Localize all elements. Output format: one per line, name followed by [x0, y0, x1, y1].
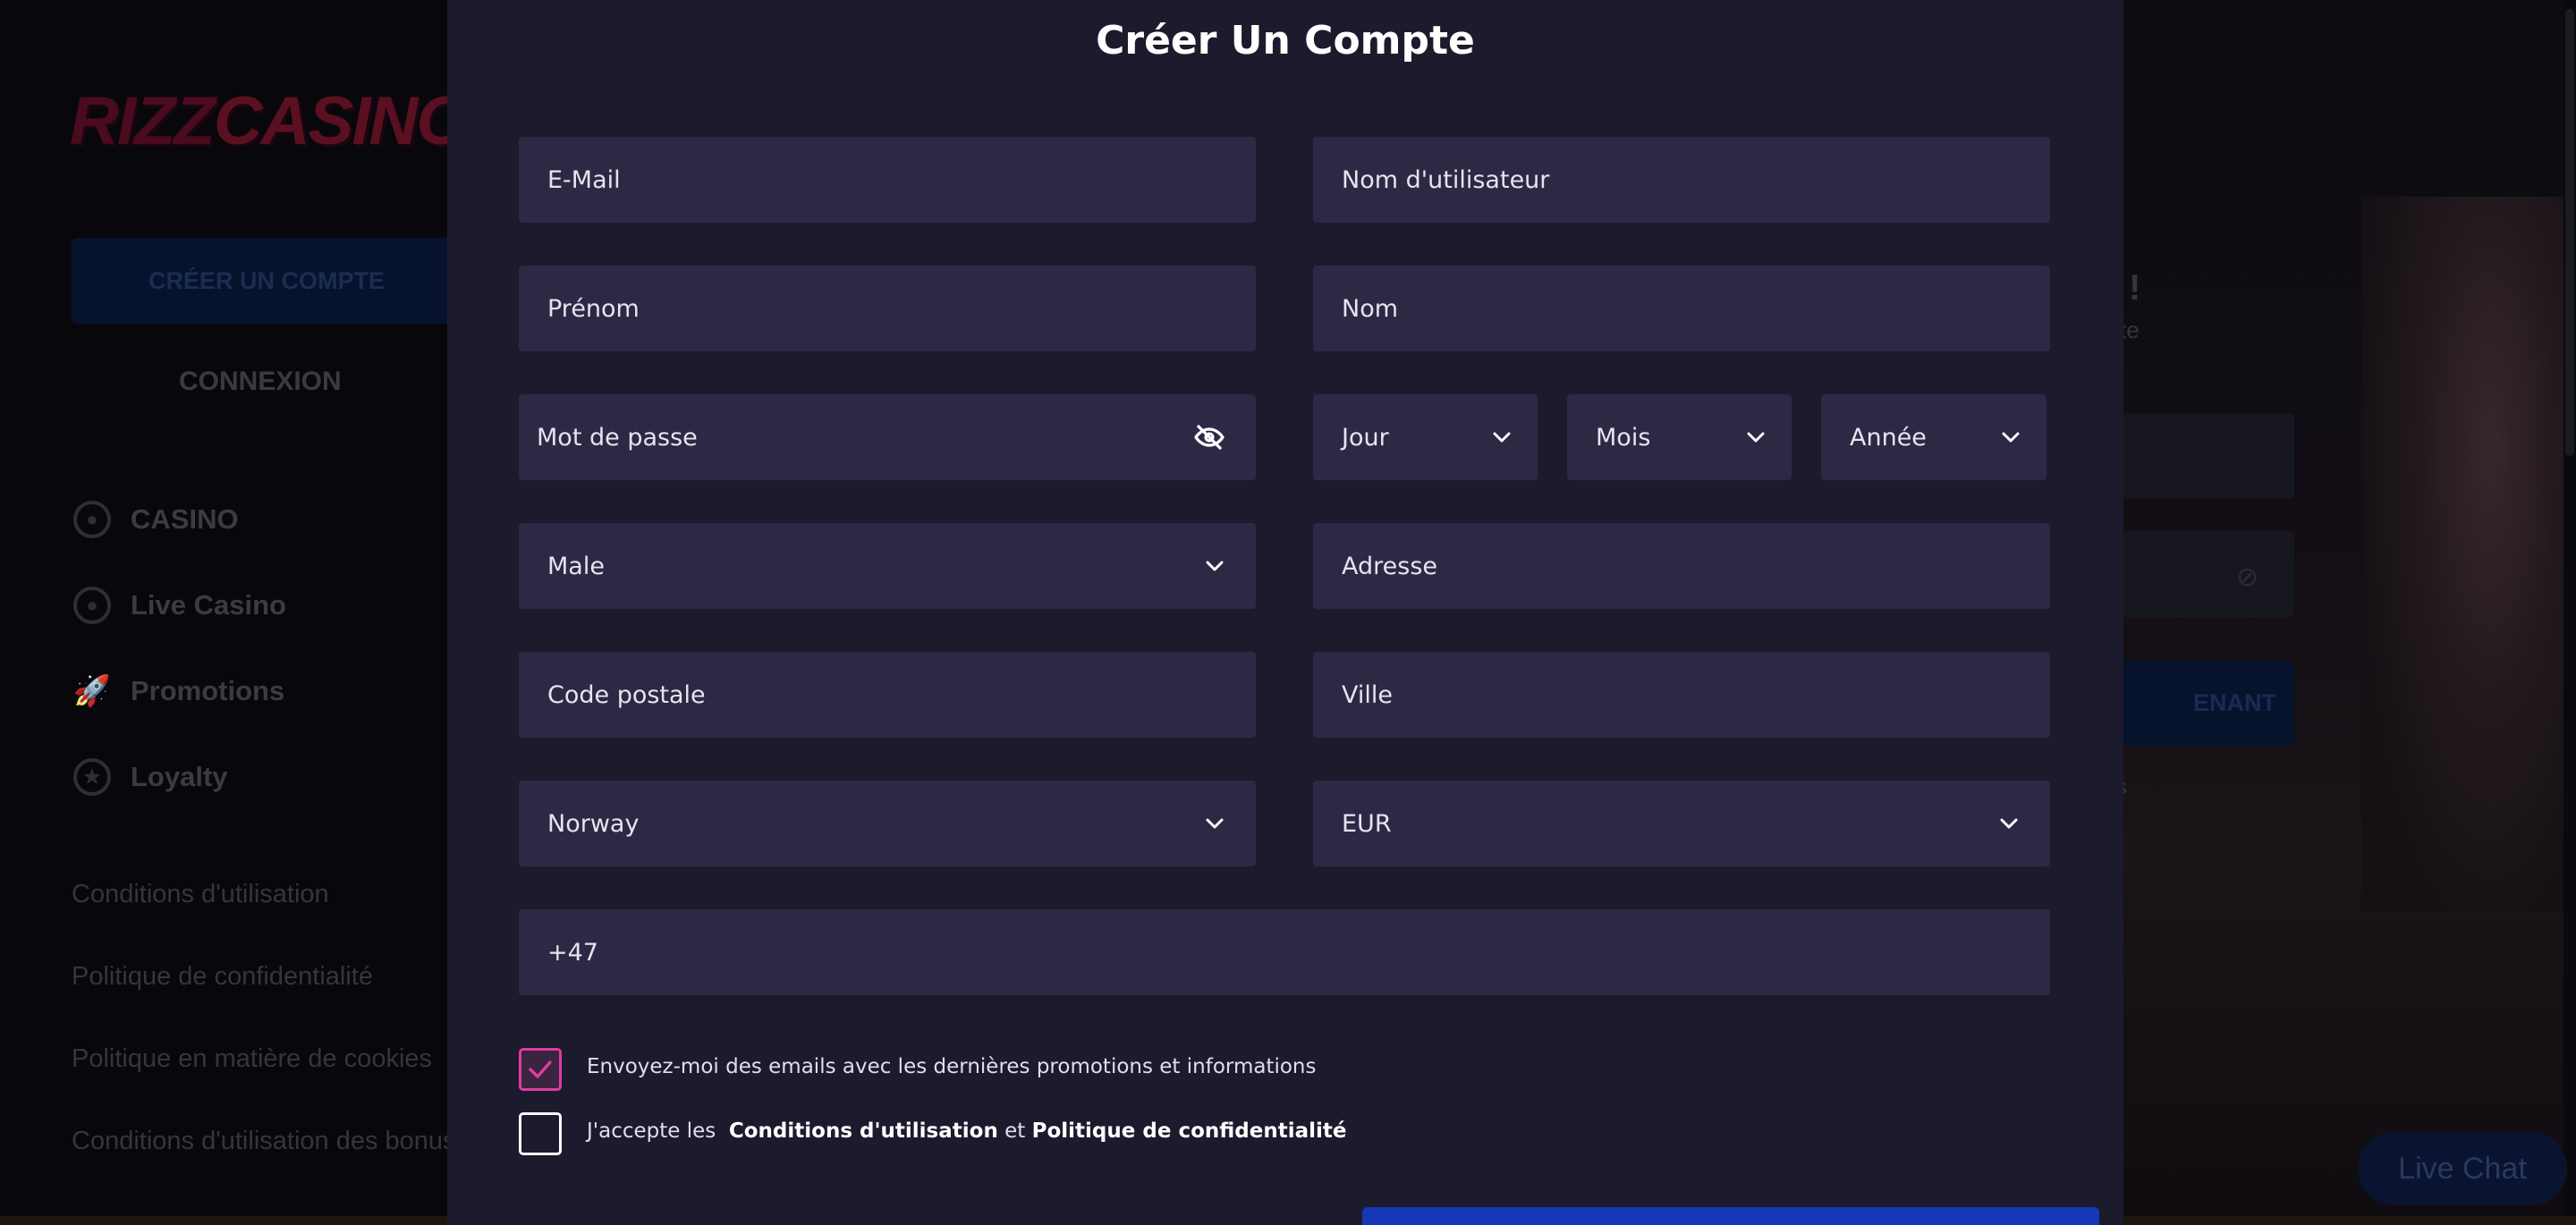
logo-part-1: RIZZ	[70, 83, 216, 159]
sidebar-item-casino: ● CASINO	[73, 501, 239, 538]
background-login-link: CONNEXION	[179, 367, 342, 396]
last-name-field[interactable]: Nom	[1313, 266, 2050, 351]
eye-slash-icon[interactable]	[1190, 418, 1229, 457]
sidebar-item-label: CASINO	[131, 503, 239, 535]
sidebar-item-promotions: 🚀 Promotions	[73, 672, 284, 710]
sidebar-item-label: Promotions	[131, 675, 285, 706]
currency-value: EUR	[1342, 809, 1392, 838]
username-placeholder: Nom d'utilisateur	[1342, 165, 1550, 194]
casino-chip-icon: ●	[73, 501, 111, 538]
first-name-placeholder: Prénom	[547, 294, 640, 323]
privacy-policy-link[interactable]: Politique de confidentialité	[1032, 1119, 1347, 1143]
postal-code-placeholder: Code postale	[547, 680, 706, 709]
page-scrollbar-thumb	[2565, 9, 2574, 456]
username-field[interactable]: Nom d'utilisateur	[1313, 137, 2050, 223]
casino-logo: RIZZCASINO	[70, 82, 470, 160]
checkmark-icon	[529, 1060, 552, 1078]
email-field[interactable]: E-Mail	[519, 137, 1256, 223]
chevron-down-icon	[1991, 806, 2027, 841]
background-heading-fragment: !	[2129, 268, 2141, 308]
background-login-button: ENANT	[2120, 660, 2294, 746]
chevron-down-icon	[1993, 419, 2029, 455]
sidebar-item-label: Loyalty	[131, 761, 228, 792]
background-create-account-button: CRÉER UN COMPTE	[72, 238, 456, 324]
accept-terms-checkbox[interactable]	[519, 1112, 562, 1155]
submit-button[interactable]	[1362, 1207, 2099, 1225]
birth-month-value: Mois	[1596, 423, 1651, 452]
first-name-field[interactable]: Prénom	[519, 266, 1256, 351]
birth-day-value: Jour	[1342, 423, 1389, 452]
sidebar-item-live-casino: ● Live Casino	[73, 587, 286, 624]
gender-select[interactable]: Male	[519, 523, 1256, 609]
accept-terms-prefix: J'accepte les	[587, 1119, 716, 1143]
address-field[interactable]: Adresse	[1313, 523, 2050, 609]
live-casino-icon: ●	[73, 587, 111, 624]
email-placeholder: E-Mail	[547, 165, 621, 194]
birth-day-select[interactable]: Jour	[1313, 394, 1538, 480]
registration-modal: Créer Un Compte E-Mail Nom d'utilisateur…	[447, 0, 2123, 1225]
chevron-down-icon	[1738, 419, 1774, 455]
footer-link-privacy: Politique de confidentialité	[72, 962, 373, 991]
promo-emails-checkbox[interactable]	[519, 1048, 562, 1091]
sidebar-item-loyalty: ★ Loyalty	[73, 758, 228, 796]
postal-code-field[interactable]: Code postale	[519, 652, 1256, 738]
birth-year-value: Année	[1850, 423, 1927, 452]
footer-link-cookies: Politique en matière de cookies	[72, 1044, 433, 1073]
star-icon: ★	[73, 758, 111, 796]
sidebar-item-label: Live Casino	[131, 589, 286, 621]
last-name-placeholder: Nom	[1342, 294, 1399, 323]
password-placeholder: Mot de passe	[537, 423, 698, 452]
accept-terms-label: J'accepte les Conditions d'utilisation e…	[587, 1119, 1347, 1143]
background-hero-image	[2361, 197, 2576, 912]
address-placeholder: Adresse	[1342, 552, 1437, 580]
footer-link-terms: Conditions d'utilisation	[72, 880, 329, 908]
country-value: Norway	[547, 809, 640, 838]
modal-title: Créer Un Compte	[1096, 18, 1475, 63]
currency-select[interactable]: EUR	[1313, 781, 2050, 866]
accept-terms-conjunction: et	[1004, 1119, 1026, 1143]
background-eye-icon: ⊘	[2236, 562, 2259, 593]
password-field[interactable]: Mot de passe	[519, 394, 1256, 480]
phone-field[interactable]: +47	[519, 909, 2050, 995]
birth-year-select[interactable]: Année	[1821, 394, 2046, 480]
live-chat-button: Live Chat	[2358, 1132, 2567, 1205]
phone-value: +47	[547, 938, 598, 967]
gender-value: Male	[547, 552, 605, 580]
city-field[interactable]: Ville	[1313, 652, 2050, 738]
background-login-field	[2120, 413, 2294, 499]
birth-month-select[interactable]: Mois	[1567, 394, 1792, 480]
chevron-down-icon	[1197, 548, 1233, 584]
rocket-icon: 🚀	[72, 674, 112, 708]
terms-of-use-link[interactable]: Conditions d'utilisation	[729, 1119, 998, 1143]
chevron-down-icon	[1484, 419, 1520, 455]
city-placeholder: Ville	[1342, 680, 1393, 709]
country-select[interactable]: Norway	[519, 781, 1256, 866]
logo-part-2: CASINO	[213, 83, 470, 159]
chevron-down-icon	[1197, 806, 1233, 841]
promo-emails-label: Envoyez-moi des emails avec les dernière…	[587, 1055, 1317, 1078]
background-password-field	[2120, 531, 2294, 617]
footer-link-bonus-terms: Conditions d'utilisation des bonus	[72, 1127, 456, 1155]
